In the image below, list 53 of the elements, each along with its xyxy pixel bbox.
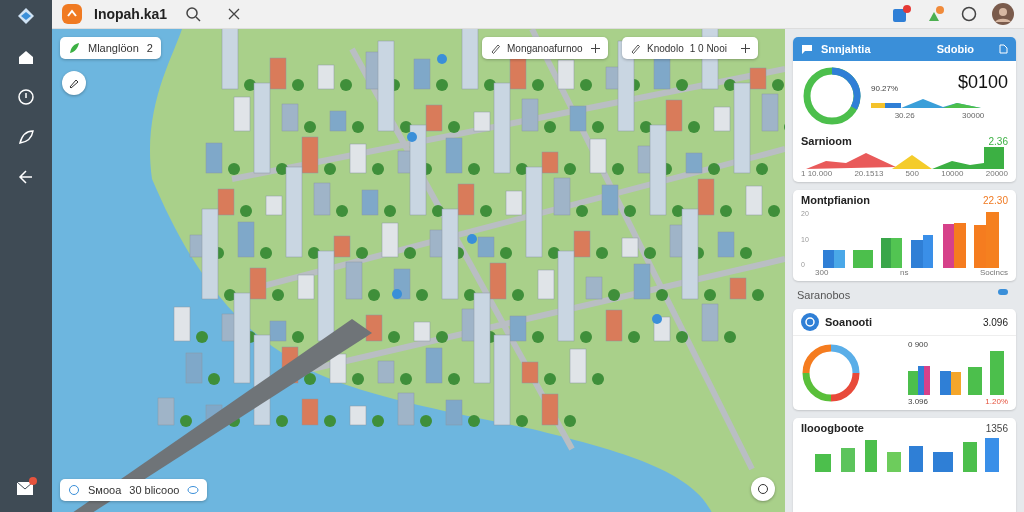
axis-label: 20000 [985, 169, 1008, 178]
donut-drawing [801, 343, 861, 403]
card-title: Montpfianion [801, 194, 871, 206]
leaf-icon[interactable] [17, 128, 35, 146]
close-icon[interactable] [227, 7, 242, 21]
info-icon[interactable] [17, 88, 35, 106]
legend-text: 0 900 [908, 340, 930, 349]
pencil-icon [490, 42, 501, 54]
notification-icon[interactable] [892, 4, 912, 24]
donut-drawing [801, 65, 863, 127]
search-chip-label[interactable]: Knodolo [647, 42, 684, 54]
group-title: Saranobos [797, 289, 851, 301]
search-chip-value: 1 0 Nooi [689, 42, 727, 54]
axis-label: ns [899, 268, 909, 277]
avatar-icon[interactable] [992, 3, 1014, 25]
pencil-icon [630, 42, 641, 54]
axis-label: 500 [905, 169, 919, 178]
pencil-icon [68, 77, 80, 89]
axis-label: 300 [815, 268, 829, 277]
axis-label: 20.1513 [854, 169, 884, 178]
export-icon[interactable] [998, 44, 1008, 54]
card-title: Snnjahtia [821, 43, 871, 55]
percent-text: 90.27% [871, 84, 899, 93]
home-icon[interactable] [17, 48, 35, 66]
high-text: 30000 [962, 111, 985, 120]
right-value: 1.20% [985, 397, 1008, 406]
share-icon[interactable] [17, 168, 35, 186]
axis-label: 1 10.000 [801, 169, 833, 178]
location-label: Sмooa [88, 484, 122, 496]
eye-icon [187, 485, 200, 495]
plus-icon[interactable] [590, 43, 600, 53]
layer-count: 2 [146, 42, 153, 54]
section-title: Sarnioom [801, 135, 852, 147]
low-text: 30.26 [894, 111, 915, 120]
axis-label: 10000 [941, 169, 964, 178]
amount-text: $0100 [957, 72, 1008, 93]
location-value: 30 blicooo [129, 484, 180, 496]
app-title: Inopah.ka1 [94, 6, 168, 22]
card-value: 1356 [985, 422, 1008, 434]
plus-icon[interactable] [740, 43, 750, 53]
card-title: Ilooogboote [801, 422, 864, 434]
logo-icon [16, 6, 36, 26]
axis-label: Socincs [979, 268, 1008, 277]
card-value: 22.30 [982, 194, 1008, 206]
mail-icon[interactable] [15, 476, 37, 498]
card-value: 3.096 [982, 316, 1008, 328]
section-value: 2.36 [988, 135, 1008, 147]
left-value: 3.096 [908, 397, 929, 406]
app-logo-icon [62, 4, 82, 24]
layer-label: Mlanglöon [88, 42, 139, 54]
search-icon[interactable] [185, 6, 202, 22]
card-title: Soanooti [825, 316, 873, 328]
leaf-icon [68, 42, 80, 54]
